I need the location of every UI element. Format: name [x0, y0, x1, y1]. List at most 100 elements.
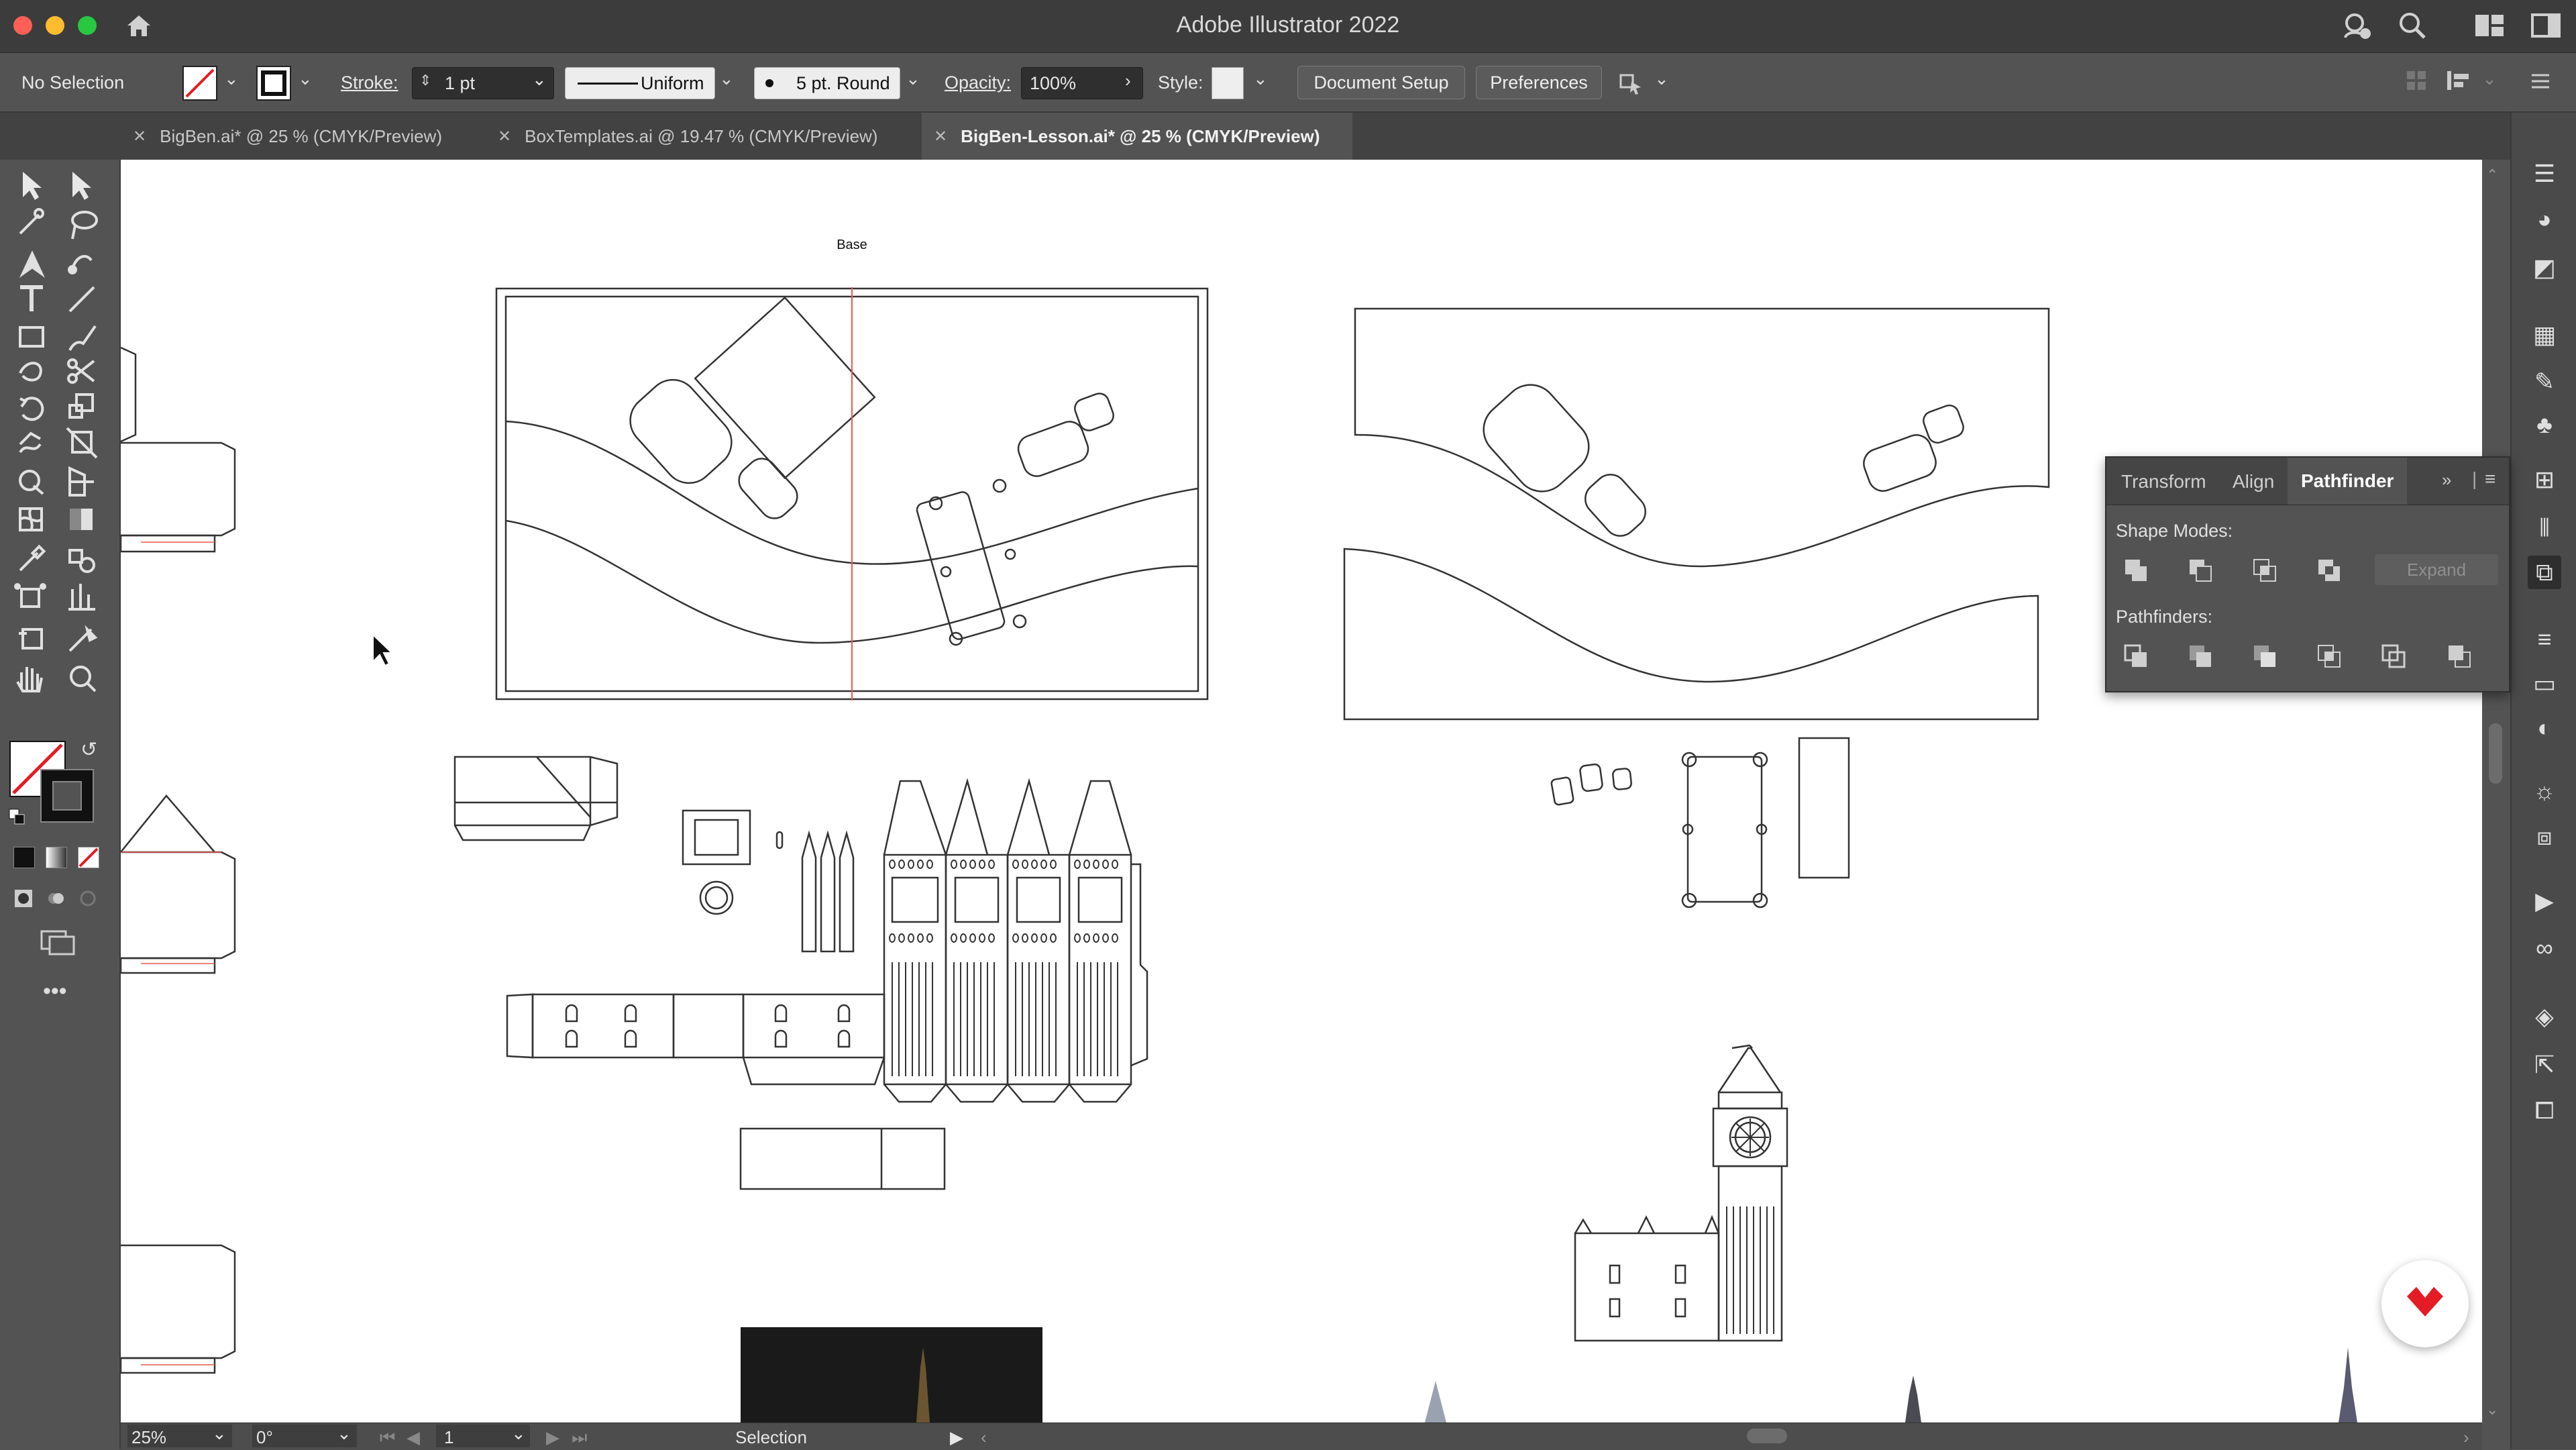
chevron-down-icon[interactable]: ⌄ — [337, 1423, 352, 1444]
artboard-tool[interactable] — [11, 648, 51, 688]
variable-width-profile-dropdown[interactable]: Uniform — [565, 67, 715, 99]
document-setup-button[interactable]: Document Setup — [1297, 66, 1465, 99]
free-transform-tool[interactable] — [63, 447, 103, 487]
transparency-icon[interactable]: ◐ — [2528, 711, 2561, 745]
collapse-panel-icon[interactable]: » — [2442, 470, 2451, 490]
exclude-icon[interactable] — [2314, 556, 2344, 585]
search-icon[interactable] — [2396, 9, 2428, 42]
mesh-tool[interactable] — [11, 527, 51, 568]
shaper-tool[interactable] — [11, 366, 51, 407]
lasso-tool[interactable] — [63, 205, 103, 246]
pen-tool[interactable] — [11, 246, 51, 286]
trim-icon[interactable] — [2186, 641, 2215, 671]
color-mode-icon[interactable] — [13, 847, 35, 868]
select-similar-icon[interactable] — [1618, 70, 1645, 97]
magic-wand-tool[interactable] — [11, 205, 51, 246]
layers-icon[interactable]: ◈ — [2528, 1000, 2561, 1033]
chevron-down-icon[interactable]: ⌄ — [719, 68, 734, 89]
merge-icon[interactable] — [2250, 641, 2279, 671]
brush-definition-dropdown[interactable]: 5 pt. Round — [754, 67, 900, 99]
symbols-icon[interactable]: ♣ — [2528, 408, 2561, 442]
arrange-icon[interactable] — [2445, 68, 2471, 93]
slice-tool[interactable] — [63, 648, 103, 688]
transform-icon[interactable]: ⊞ — [2528, 463, 2561, 497]
rotate-tool[interactable] — [11, 407, 51, 447]
column-graph-tool[interactable] — [63, 608, 103, 648]
previous-artboard-icon[interactable]: ◀ — [407, 1427, 420, 1448]
pathfinder-icon[interactable]: ⧉ — [2528, 556, 2561, 589]
artboard-navigation-field[interactable]: 1 ⌄ — [436, 1423, 530, 1447]
graphic-style-swatch[interactable] — [1212, 67, 1244, 99]
zoom-tool[interactable] — [63, 688, 103, 729]
graphic-styles-icon[interactable]: ⧈ — [2528, 820, 2561, 853]
appearance-icon[interactable]: ☼ — [2528, 774, 2561, 808]
zoom-level-field[interactable]: 25% ⌄ — [127, 1423, 232, 1447]
outline-icon[interactable] — [2379, 641, 2408, 671]
none-mode-icon[interactable] — [78, 847, 99, 868]
line-segment-tool[interactable] — [63, 286, 103, 326]
chevron-down-icon[interactable]: ⌄ — [298, 68, 313, 89]
first-artboard-icon[interactable]: ⏮ — [380, 1427, 395, 1449]
rectangle-tool[interactable] — [11, 326, 51, 366]
next-artboard-icon[interactable]: ▶ — [546, 1427, 559, 1448]
rotation-field[interactable]: 0° ⌄ — [252, 1423, 357, 1447]
chevron-down-icon[interactable]: ⌄ — [532, 69, 547, 90]
stroke-icon[interactable]: ≡ — [2528, 623, 2561, 656]
tab-pathfinder[interactable]: Pathfinder — [2288, 458, 2408, 505]
perspective-grid-tool[interactable] — [63, 487, 103, 527]
expand-button[interactable]: Expand — [2375, 554, 2498, 585]
color-guide-icon[interactable]: ◩ — [2528, 251, 2561, 284]
vertical-scrollbar[interactable]: ⌃ ⌄ — [2482, 160, 2509, 1422]
horizontal-scroll-thumb[interactable] — [1747, 1429, 1787, 1443]
paintbrush-tool[interactable] — [63, 326, 103, 366]
fill-swatch[interactable] — [182, 66, 217, 101]
selection-tool[interactable] — [11, 165, 51, 205]
stroke-color-box[interactable] — [40, 769, 94, 823]
opacity-field[interactable]: 100% › — [1021, 67, 1143, 99]
align-icon[interactable]: ⫴ — [2528, 511, 2561, 545]
opacity-label[interactable]: Opacity: — [945, 72, 1011, 93]
tab-transform[interactable]: Transform — [2121, 471, 2206, 493]
chevron-down-icon[interactable]: ⌄ — [224, 68, 239, 89]
chevron-down-icon[interactable]: ⌄ — [2482, 68, 2497, 89]
close-tab-icon[interactable]: ✕ — [133, 127, 146, 146]
default-colors-icon[interactable] — [8, 808, 25, 825]
workspace-switcher-icon[interactable] — [2530, 12, 2561, 39]
asset-export-icon[interactable]: ⇱ — [2528, 1048, 2561, 1082]
vertical-scroll-thumb[interactable] — [2489, 723, 2502, 784]
stepper-icon[interactable]: ⇕ — [419, 72, 431, 89]
stroke-swatch[interactable] — [256, 66, 291, 101]
scroll-up-icon[interactable]: ⌃ — [2486, 166, 2498, 184]
symbol-sprayer-tool[interactable] — [11, 608, 51, 648]
intersect-icon[interactable] — [2250, 556, 2279, 585]
tab-align[interactable]: Align — [2233, 471, 2274, 493]
chevron-down-icon[interactable]: ⌄ — [1253, 68, 1268, 89]
blend-tool[interactable] — [63, 568, 103, 608]
draw-normal-icon[interactable] — [13, 888, 34, 909]
draw-behind-icon[interactable] — [46, 888, 66, 909]
chevron-down-icon[interactable]: ⌄ — [906, 68, 920, 89]
direct-selection-tool[interactable] — [63, 165, 103, 205]
tab-bigben-lesson[interactable]: ✕ BigBen-Lesson.ai* @ 25 % (CMYK/Preview… — [922, 113, 1352, 160]
close-tab-icon[interactable]: ✕ — [934, 127, 947, 146]
swap-fill-stroke-icon[interactable]: ↺ — [80, 738, 105, 762]
chevron-down-icon[interactable]: ⌄ — [212, 1423, 227, 1444]
preferences-button[interactable]: Preferences — [1476, 66, 1602, 99]
chevron-right-icon[interactable]: › — [1125, 70, 1131, 91]
learn-icon[interactable] — [2340, 9, 2372, 42]
last-artboard-icon[interactable]: ⏭ — [572, 1427, 587, 1449]
scale-tool[interactable] — [63, 407, 103, 447]
edit-toolbar-icon[interactable]: ••• — [43, 978, 76, 1004]
actions-icon[interactable]: ▶ — [2528, 884, 2561, 918]
swatches-icon[interactable]: ▦ — [2528, 318, 2561, 352]
artboards-icon[interactable]: ⧠ — [2528, 1094, 2561, 1127]
chevron-down-icon[interactable]: ⌄ — [511, 1423, 526, 1444]
type-tool[interactable] — [11, 286, 51, 326]
arrange-documents-icon[interactable] — [2474, 12, 2505, 39]
crop-icon[interactable] — [2314, 641, 2344, 671]
curvature-tool[interactable] — [63, 246, 103, 286]
tab-bigben[interactable]: ✕ BigBen.ai* @ 25 % (CMYK/Preview) — [121, 113, 490, 160]
eyedropper-tool[interactable] — [11, 568, 51, 608]
chevron-down-icon[interactable]: ⌄ — [1654, 68, 1669, 89]
gradient-mode-icon[interactable] — [46, 847, 67, 868]
